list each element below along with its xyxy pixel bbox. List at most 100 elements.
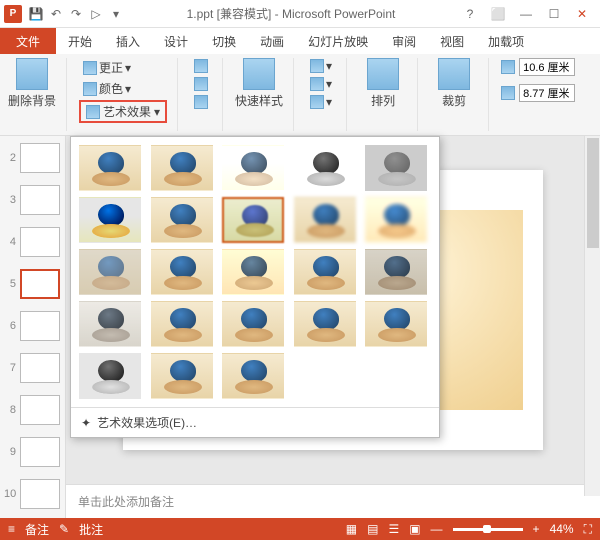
effect-pastels[interactable] — [294, 301, 356, 347]
notes-icon: ≡ — [8, 522, 15, 536]
effect-plastic-wrap[interactable] — [365, 301, 427, 347]
slide-thumbnails[interactable]: 2 3 4 5 6 7 8 9 10 — [0, 136, 66, 518]
thumb-8[interactable]: 8 — [0, 392, 65, 428]
width-icon — [501, 86, 515, 100]
effect-cutout[interactable] — [79, 353, 141, 399]
qat-save[interactable]: 💾 — [27, 5, 45, 23]
tab-design[interactable]: 设计 — [152, 28, 200, 54]
effect-photocopy[interactable] — [151, 353, 213, 399]
tab-review[interactable]: 审阅 — [380, 28, 428, 54]
view-sorter[interactable]: ▤ — [367, 522, 378, 536]
crop-label: 裁剪 — [442, 92, 466, 109]
effect-pencil-gray[interactable] — [222, 145, 284, 191]
tab-insert[interactable]: 插入 — [104, 28, 152, 54]
effect-crisscross[interactable] — [222, 301, 284, 347]
view-reading[interactable]: ☰ — [388, 522, 399, 536]
ribbon: 删除背景 更正▾ 颜色▾ 艺术效果▾ 快速样式 ▾ ▾ ▾ 排列 裁剪 — [0, 54, 600, 136]
effect-paint-brush[interactable] — [222, 197, 284, 243]
effects-icon — [310, 77, 324, 91]
effect-glow-edges[interactable] — [222, 353, 284, 399]
titlebar: P 💾 ↶ ↷ ▷ ▾ 1.ppt [兼容模式] - Microsoft Pow… — [0, 0, 600, 28]
tab-transition[interactable]: 切换 — [200, 28, 248, 54]
maximize-button[interactable]: ☐ — [542, 2, 566, 26]
zoom-level[interactable]: 44% — [550, 522, 574, 536]
thumb-5[interactable]: 5 — [0, 266, 65, 302]
qat-undo[interactable]: ↶ — [47, 5, 65, 23]
scrollbar-thumb[interactable] — [587, 138, 599, 248]
qat-present[interactable]: ▷ — [87, 5, 105, 23]
thumb-9[interactable]: 9 — [0, 434, 65, 470]
effect-paint-strokes[interactable] — [151, 197, 213, 243]
quick-styles-label: 快速样式 — [235, 92, 283, 109]
crop-button[interactable]: 裁剪 — [430, 58, 478, 109]
thumb-10[interactable]: 10 — [0, 476, 65, 512]
zoom-in[interactable]: + — [533, 522, 540, 536]
remove-background-label: 删除背景 — [8, 92, 56, 109]
arrange-icon — [367, 58, 399, 90]
thumb-7[interactable]: 7 — [0, 350, 65, 386]
effect-blur[interactable] — [365, 197, 427, 243]
qat-redo[interactable]: ↷ — [67, 5, 85, 23]
help-button[interactable]: ? — [458, 2, 482, 26]
tab-addins[interactable]: 加载项 — [476, 28, 536, 54]
effect-watercolor[interactable] — [151, 249, 213, 295]
effect-film-grain[interactable] — [222, 249, 284, 295]
effects-button[interactable]: ▾ — [306, 76, 336, 92]
color-button[interactable]: 颜色▾ — [79, 79, 167, 98]
effect-glow-diffused[interactable] — [294, 197, 356, 243]
height-input[interactable] — [519, 58, 575, 76]
status-comments[interactable]: 批注 — [79, 521, 103, 538]
thumb-6[interactable]: 6 — [0, 308, 65, 344]
artistic-effects-options[interactable]: ✦ 艺术效果选项(E)… — [71, 407, 439, 437]
effect-line-drawing[interactable] — [365, 145, 427, 191]
effect-texturizer[interactable] — [151, 301, 213, 347]
width-input[interactable] — [519, 84, 575, 102]
quick-styles-button[interactable]: 快速样式 — [235, 58, 283, 109]
height-icon — [501, 60, 515, 74]
view-normal[interactable]: ▦ — [346, 522, 357, 536]
compress-button[interactable] — [190, 58, 212, 74]
border-button[interactable]: ▾ — [306, 58, 336, 74]
thumb-2[interactable]: 2 — [0, 140, 65, 176]
status-notes[interactable]: 备注 — [25, 521, 49, 538]
tab-animation[interactable]: 动画 — [248, 28, 296, 54]
zoom-out[interactable]: — — [431, 522, 443, 536]
effect-none[interactable] — [79, 145, 141, 191]
ribbon-display-button[interactable]: ⬜ — [486, 2, 510, 26]
group-size — [501, 58, 585, 131]
effect-chalk-sketch[interactable] — [79, 197, 141, 243]
minimize-button[interactable]: — — [514, 2, 538, 26]
notes-pane[interactable]: 单击此处添加备注 — [66, 484, 600, 518]
corrections-button[interactable]: 更正▾ — [79, 58, 167, 77]
effect-light-screen[interactable] — [79, 249, 141, 295]
view-slideshow[interactable]: ▣ — [409, 522, 420, 536]
remove-background-button[interactable]: 删除背景 — [8, 58, 56, 109]
close-button[interactable]: ✕ — [570, 2, 594, 26]
effect-marker[interactable] — [151, 145, 213, 191]
effect-pencil-sketch[interactable] — [294, 145, 356, 191]
group-styles-extra: ▾ ▾ ▾ — [306, 58, 347, 131]
thumb-4[interactable]: 4 — [0, 224, 65, 260]
thumb-3[interactable]: 3 — [0, 182, 65, 218]
app-icon: P — [4, 5, 22, 23]
effect-mosaic-bubbles[interactable] — [294, 249, 356, 295]
artistic-effects-icon — [86, 105, 100, 119]
tab-file[interactable]: 文件 — [0, 28, 56, 54]
tab-home[interactable]: 开始 — [56, 28, 104, 54]
fit-to-window[interactable]: ⛶ — [584, 522, 592, 537]
vertical-scrollbar[interactable] — [584, 136, 600, 496]
change-picture-icon — [194, 77, 208, 91]
layout-button[interactable]: ▾ — [306, 94, 336, 110]
wand-icon: ✦ — [81, 416, 91, 430]
effect-glass[interactable] — [365, 249, 427, 295]
layout-icon — [310, 95, 324, 109]
reset-picture-button[interactable] — [190, 94, 212, 110]
artistic-effects-button[interactable]: 艺术效果▾ — [79, 100, 167, 123]
tab-slideshow[interactable]: 幻灯片放映 — [296, 28, 380, 54]
arrange-button[interactable]: 排列 — [359, 58, 407, 109]
tab-view[interactable]: 视图 — [428, 28, 476, 54]
change-picture-button[interactable] — [190, 76, 212, 92]
effect-cement[interactable] — [79, 301, 141, 347]
qat-more[interactable]: ▾ — [107, 5, 125, 23]
zoom-slider[interactable] — [453, 528, 523, 531]
